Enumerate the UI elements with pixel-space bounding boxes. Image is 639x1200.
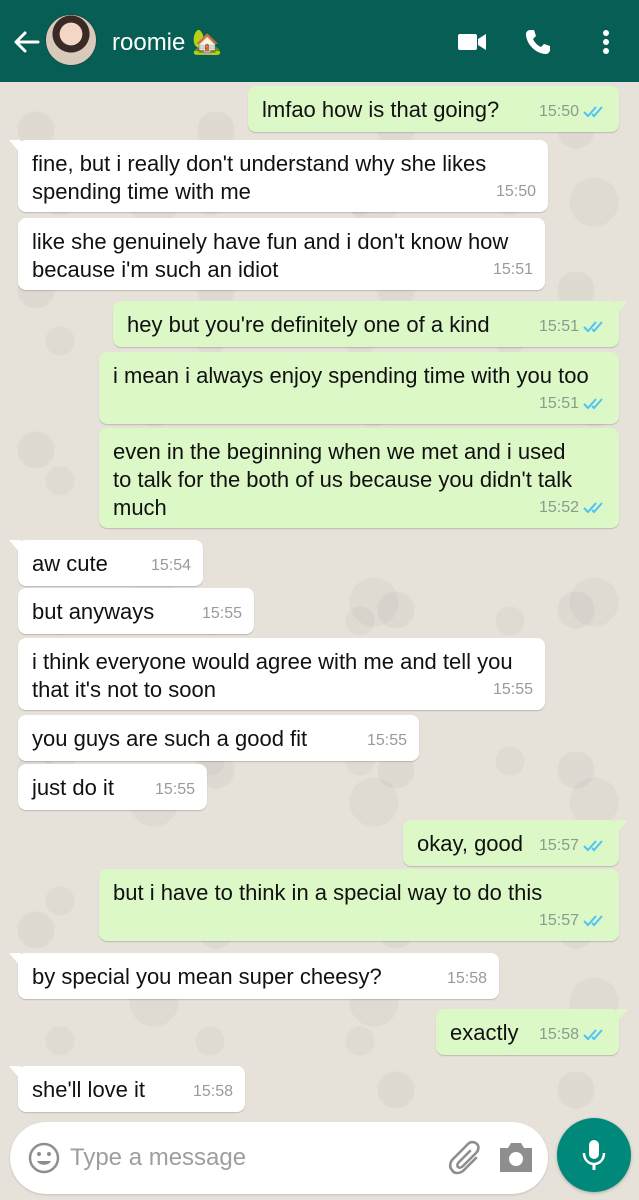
message-input[interactable]	[70, 1136, 430, 1180]
back-button[interactable]	[8, 22, 44, 62]
message-composer	[10, 1122, 548, 1194]
message-bubble[interactable]: i think everyone would agree with me and…	[18, 638, 545, 710]
message-time: 15:58	[446, 970, 487, 987]
attach-icon[interactable]	[446, 1138, 486, 1178]
message-time: 15:51	[538, 318, 579, 335]
message-meta: 15:51	[539, 390, 607, 418]
message-time: 15:50	[538, 103, 579, 120]
read-ticks-icon	[583, 321, 603, 333]
message-text: like she genuinely have fun and i don't …	[32, 229, 509, 282]
message-meta: 15:55	[202, 600, 242, 628]
message-bubble[interactable]: just do it 15:55	[18, 764, 207, 810]
message-bubble[interactable]: but i have to think in a special way to …	[99, 869, 619, 941]
message-bubble[interactable]: you guys are such a good fit 15:55	[18, 715, 419, 761]
message-time: 15:55	[154, 781, 195, 798]
message-time: 15:50	[495, 183, 536, 200]
message-bubble[interactable]: but anyways 15:55	[18, 588, 254, 634]
message-meta: 15:50	[496, 178, 536, 206]
chat-header: roomie 🏡	[0, 0, 639, 82]
message-bubble[interactable]: fine, but i really don't understand why …	[9, 140, 548, 212]
chat-screen: roomie 🏡 lmfao how is that going? 15:50 …	[0, 0, 639, 1200]
message-meta: 15:58	[447, 965, 487, 993]
message-time: 15:57	[538, 912, 579, 929]
read-ticks-icon	[583, 398, 603, 410]
message-time: 15:52	[538, 499, 579, 516]
message-time: 15:55	[492, 681, 533, 698]
message-text: i think everyone would agree with me and…	[32, 649, 513, 702]
back-arrow-icon	[14, 31, 40, 53]
read-ticks-icon	[583, 915, 603, 927]
message-meta: 15:55	[493, 676, 533, 704]
read-ticks-icon	[583, 1029, 603, 1041]
read-ticks-icon	[583, 840, 603, 852]
read-ticks-icon	[583, 106, 603, 118]
message-bubble[interactable]: i mean i always enjoy spending time with…	[99, 352, 619, 424]
message-meta: 15:57	[539, 907, 607, 935]
message-time: 15:55	[201, 605, 242, 622]
message-time: 15:58	[538, 1026, 579, 1043]
message-time: 15:57	[538, 837, 579, 854]
message-time: 15:55	[366, 732, 407, 749]
message-meta: 15:57	[539, 832, 607, 860]
message-bubble[interactable]: by special you mean super cheesy? 15:58	[9, 953, 499, 999]
message-bubble[interactable]: hey but you're definitely one of a kind …	[113, 301, 628, 347]
message-meta: 15:52	[539, 494, 607, 522]
voice-call-button[interactable]	[520, 24, 556, 60]
message-bubble[interactable]: lmfao how is that going? 15:50	[248, 86, 619, 132]
message-text: by special you mean super cheesy?	[32, 964, 382, 989]
message-text: even in the beginning when we met and i …	[113, 439, 573, 520]
message-bubble[interactable]: okay, good 15:57	[403, 820, 628, 866]
message-text: i mean i always enjoy spending time with…	[113, 363, 589, 388]
message-time: 15:54	[150, 557, 191, 574]
mic-icon	[582, 1140, 606, 1170]
more-options-button[interactable]	[588, 24, 624, 60]
read-ticks-icon	[583, 502, 603, 514]
message-bubble[interactable]: aw cute 15:54	[9, 540, 203, 586]
message-bubble[interactable]: exactly 15:58	[436, 1009, 628, 1055]
message-meta: 15:54	[151, 552, 191, 580]
video-call-button[interactable]	[454, 24, 490, 60]
message-time: 15:51	[492, 261, 533, 278]
message-text: but i have to think in a special way to …	[113, 880, 543, 905]
message-meta: 15:51	[539, 313, 607, 341]
message-bubble[interactable]: like she genuinely have fun and i don't …	[18, 218, 545, 290]
message-meta: 15:51	[493, 256, 533, 284]
message-time: 15:58	[192, 1083, 233, 1100]
voice-record-button[interactable]	[557, 1118, 631, 1192]
message-meta: 15:55	[367, 727, 407, 755]
message-meta: 15:50	[539, 98, 607, 126]
message-bubble[interactable]: she'll love it 15:58	[9, 1066, 245, 1112]
more-vertical-icon	[603, 30, 609, 54]
message-time: 15:51	[538, 395, 579, 412]
video-call-icon	[458, 34, 486, 50]
message-text: fine, but i really don't understand why …	[32, 151, 487, 204]
camera-icon[interactable]	[496, 1140, 536, 1176]
contact-name[interactable]: roomie 🏡	[112, 28, 222, 57]
message-meta: 15:55	[155, 776, 195, 804]
phone-icon	[526, 30, 550, 54]
message-text: hey but you're definitely one of a kind	[127, 312, 490, 337]
message-meta: 15:58	[193, 1078, 233, 1106]
message-list[interactable]: lmfao how is that going? 15:50 fine, but…	[0, 82, 639, 1118]
message-text: you guys are such a good fit	[32, 726, 308, 751]
avatar[interactable]	[45, 14, 97, 66]
emoji-icon[interactable]	[26, 1140, 62, 1176]
message-bubble[interactable]: even in the beginning when we met and i …	[99, 428, 619, 528]
message-meta: 15:58	[539, 1021, 607, 1049]
